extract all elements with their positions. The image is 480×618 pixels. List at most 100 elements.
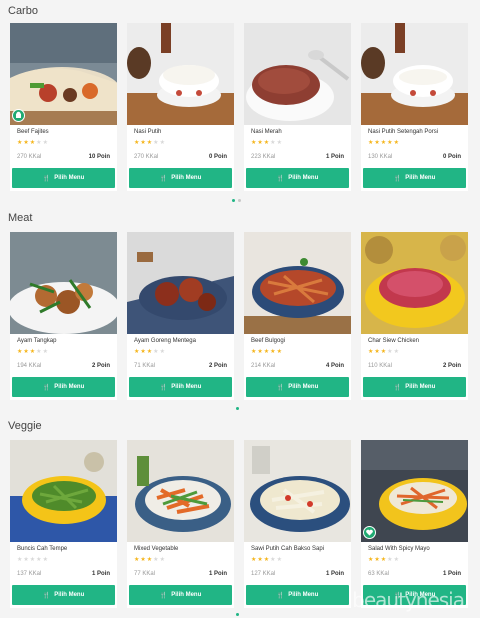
pilih-menu-button[interactable]: 🍴 Pilih Menu [246, 168, 349, 188]
rating-stars: ★★★★★ [17, 348, 49, 355]
points-value: 1 Poin [208, 571, 227, 577]
star-empty-icon: ★ [276, 140, 283, 146]
menu-name: Ayam Tangkap [17, 338, 57, 344]
pilih-menu-button[interactable]: 🍴 Pilih Menu [129, 585, 232, 605]
star-empty-icon: ★ [393, 349, 400, 355]
pilih-menu-button[interactable]: 🍴 Pilih Menu [363, 377, 466, 397]
pilih-menu-button[interactable]: 🍴 Pilih Menu [129, 168, 232, 188]
menu-card[interactable]: Ayam Tangkap ★★★★★ 194 KKal 2 Poin 🍴 Pili… [10, 232, 117, 400]
pagination-dot[interactable] [236, 407, 239, 410]
calorie-value: 110 KKal [368, 363, 392, 369]
button-label: Pilih Menu [54, 384, 85, 390]
rating-stars: ★★★★★ [134, 556, 166, 563]
button-label: Pilih Menu [171, 175, 202, 181]
menu-name: Beef Fajites [17, 129, 49, 135]
star-empty-icon: ★ [276, 557, 283, 563]
rating-stars: ★★★★★ [17, 556, 49, 563]
button-label: Pilih Menu [288, 592, 319, 598]
calorie-value: 77 KKal [134, 571, 156, 577]
fork-knife-icon: 🍴 [393, 175, 402, 182]
menu-card[interactable]: Nasi Putih ★★★★★ 270 KKal 0 Poin 🍴 Pilih … [127, 23, 234, 191]
pilih-menu-button[interactable]: 🍴 Pilih Menu [246, 377, 349, 397]
menu-card[interactable]: Ayam Goreng Mentega ★★★★★ 71 KKal 2 Poin… [127, 232, 234, 400]
pilih-menu-button[interactable]: 🍴 Pilih Menu [363, 168, 466, 188]
pilih-menu-button[interactable]: 🍴 Pilih Menu [12, 168, 115, 188]
points-value: 1 Poin [325, 571, 344, 577]
calorie-value: 223 KKal [251, 154, 276, 160]
rating-stars: ★★★★★ [17, 139, 49, 146]
calorie-value: 270 KKal [134, 154, 159, 160]
fork-knife-icon: 🍴 [42, 175, 51, 182]
star-empty-icon: ★ [159, 557, 166, 563]
pagination-dot[interactable] [238, 199, 241, 202]
calorie-value: 130 KKal [368, 154, 393, 160]
rating-stars: ★★★★★ [368, 139, 400, 146]
rating-stars: ★★★★★ [134, 348, 166, 355]
menu-card[interactable]: Char Siew Chicken ★★★★★ 110 KKal 2 Poin … [361, 232, 468, 400]
menu-card[interactable]: Nasi Putih Setengah Porsi ★★★★★ 130 KKal… [361, 23, 468, 191]
rating-stars: ★★★★★ [368, 556, 400, 563]
menu-card[interactable]: Beef Fajites ★★★★★ 270 KKal 10 Poin 🍴 Pil… [10, 23, 117, 191]
fork-knife-icon: 🍴 [159, 384, 168, 391]
food-photo [10, 23, 117, 125]
menu-name: Nasi Putih [134, 129, 162, 135]
pilih-menu-button[interactable]: 🍴 Pilih Menu [12, 377, 115, 397]
menu-card[interactable]: Buncis Cah Tempe ★★★★★ 137 KKal 1 Poin 🍴… [10, 440, 117, 608]
food-photo [361, 232, 468, 334]
pilih-menu-button[interactable]: 🍴 Pilih Menu [246, 585, 349, 605]
fork-knife-icon: 🍴 [276, 592, 285, 599]
carousel-pagination[interactable] [236, 613, 239, 616]
button-label: Pilih Menu [288, 384, 319, 390]
menu-name: Nasi Merah [251, 129, 282, 135]
star-filled-icon: ★ [393, 140, 400, 146]
button-label: Pilih Menu [171, 592, 202, 598]
button-label: Pilih Menu [405, 175, 436, 181]
rating-stars: ★★★★★ [251, 556, 283, 563]
fork-knife-icon: 🍴 [393, 384, 402, 391]
food-photo [361, 440, 468, 542]
button-label: Pilih Menu [54, 175, 85, 181]
calorie-value: 127 KKal [251, 571, 276, 577]
pagination-dot[interactable] [232, 199, 235, 202]
food-photo [10, 232, 117, 334]
star-empty-icon: ★ [159, 349, 166, 355]
food-photo [127, 440, 234, 542]
pilih-menu-button[interactable]: 🍴 Pilih Menu [12, 585, 115, 605]
points-value: 10 Poin [88, 154, 110, 160]
star-empty-icon: ★ [159, 140, 166, 146]
menu-card[interactable]: Sawi Putih Cah Bakso Sapi ★★★★★ 127 KKal… [244, 440, 351, 608]
star-filled-icon: ★ [276, 349, 283, 355]
menu-card[interactable]: Nasi Merah ★★★★★ 223 KKal 1 Poin 🍴 Pilih … [244, 23, 351, 191]
button-label: Pilih Menu [288, 175, 319, 181]
menu-name: Beef Bulgogi [251, 338, 286, 344]
watermark-logo: beautynesia [352, 588, 465, 612]
fork-knife-icon: 🍴 [42, 384, 51, 391]
food-photo [127, 232, 234, 334]
rating-stars: ★★★★★ [134, 139, 166, 146]
points-value: 2 Poin [91, 363, 110, 369]
food-photo [244, 23, 351, 125]
points-value: 4 Poin [325, 363, 344, 369]
points-value: 0 Poin [442, 154, 461, 160]
calorie-value: 137 KKal [17, 571, 42, 577]
points-value: 1 Poin [91, 571, 110, 577]
menu-card[interactable]: Mixed Vegetable ★★★★★ 77 KKal 1 Poin 🍴 Pi… [127, 440, 234, 608]
pilih-menu-button[interactable]: 🍴 Pilih Menu [129, 377, 232, 397]
food-photo [244, 232, 351, 334]
menu-card[interactable]: Salad With Spicy Mayo ★★★★★ 63 KKal 1 Po… [361, 440, 468, 608]
carousel-pagination[interactable] [232, 199, 241, 202]
star-empty-icon: ★ [393, 557, 400, 563]
star-empty-icon: ★ [42, 557, 49, 563]
star-empty-icon: ★ [42, 140, 49, 146]
calorie-value: 63 KKal [368, 571, 390, 577]
carousel-pagination[interactable] [236, 407, 239, 410]
menu-card[interactable]: Beef Bulgogi ★★★★★ 214 KKal 4 Poin 🍴 Pili… [244, 232, 351, 400]
rating-stars: ★★★★★ [368, 348, 400, 355]
food-photo [127, 23, 234, 125]
menu-name: Sawi Putih Cah Bakso Sapi [251, 546, 325, 552]
food-photo [10, 440, 117, 542]
fork-knife-icon: 🍴 [42, 592, 51, 599]
pagination-dot[interactable] [236, 613, 239, 616]
menu-name: Ayam Goreng Mentega [134, 338, 196, 344]
fork-knife-icon: 🍴 [276, 384, 285, 391]
